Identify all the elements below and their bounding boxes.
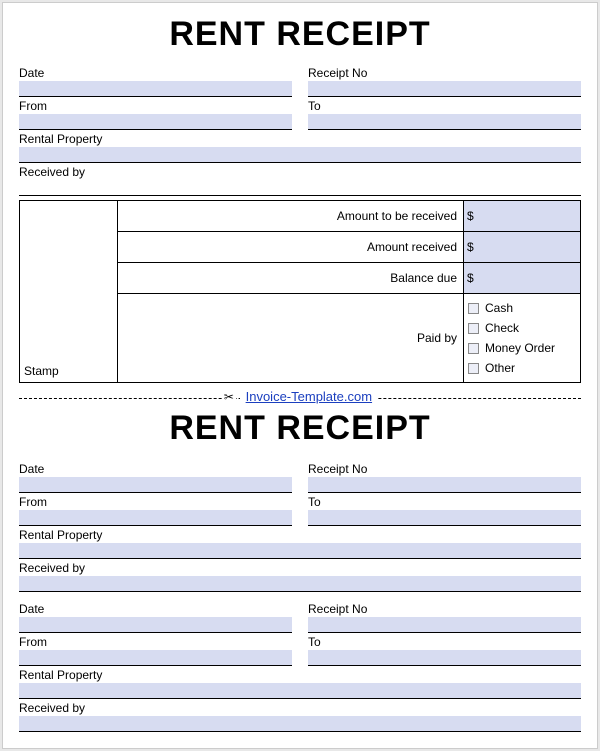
- date-label: Date: [19, 64, 292, 80]
- receipt-no-label: Receipt No: [308, 64, 581, 80]
- rental-property-label: Rental Property: [19, 666, 581, 682]
- balance-due-label: Balance due: [118, 263, 464, 293]
- currency-symbol: $: [464, 232, 478, 262]
- to-label: To: [308, 633, 581, 649]
- from-input[interactable]: [19, 510, 292, 526]
- payment-methods: Cash Check Money Order Other: [464, 294, 580, 382]
- page-title: RENT RECEIPT: [19, 409, 581, 448]
- received-by-label: Received by: [19, 699, 581, 715]
- scissor-icon: ✂: [222, 390, 236, 404]
- received-by-label: Received by: [19, 163, 581, 179]
- pay-method-label: Other: [485, 361, 515, 375]
- receipt-no-input[interactable]: [308, 477, 581, 493]
- balance-due-input[interactable]: $: [464, 263, 580, 293]
- amount-to-be-received-input[interactable]: $: [464, 201, 580, 231]
- rent-receipt-page: RENT RECEIPT Date Receipt No From To Ren…: [2, 2, 598, 749]
- date-input[interactable]: [19, 81, 292, 97]
- amount-grid: Stamp Amount to be received $ Amount rec…: [19, 200, 581, 383]
- amount-received-input[interactable]: $: [464, 232, 580, 262]
- from-label: From: [19, 633, 292, 649]
- receipt-3: Date Receipt No From To Rental Property: [19, 600, 581, 732]
- page-title: RENT RECEIPT: [19, 15, 581, 54]
- amount-to-be-received-label: Amount to be received: [118, 201, 464, 231]
- receipt-2: RENT RECEIPT Date Receipt No From To Ren…: [19, 409, 581, 592]
- to-input[interactable]: [308, 510, 581, 526]
- rental-property-input[interactable]: [19, 543, 581, 559]
- receipt-no-label: Receipt No: [308, 460, 581, 476]
- receipt-no-input[interactable]: [308, 617, 581, 633]
- pay-method-cash[interactable]: Cash: [468, 298, 576, 318]
- rental-property-input[interactable]: [19, 147, 581, 163]
- from-input[interactable]: [19, 650, 292, 666]
- checkbox-icon[interactable]: [468, 303, 479, 314]
- pay-method-label: Money Order: [485, 341, 555, 355]
- stamp-area: Stamp: [20, 201, 118, 382]
- checkbox-icon[interactable]: [468, 343, 479, 354]
- receipt-no-label: Receipt No: [308, 600, 581, 616]
- pay-method-check[interactable]: Check: [468, 318, 576, 338]
- received-by-label: Received by: [19, 559, 581, 575]
- to-input[interactable]: [308, 114, 581, 130]
- date-label: Date: [19, 600, 292, 616]
- pay-method-label: Check: [485, 321, 519, 335]
- cut-line: ✂ Invoice-Template.com: [19, 389, 581, 407]
- received-by-input[interactable]: [19, 576, 581, 592]
- pay-method-label: Cash: [485, 301, 513, 315]
- to-input[interactable]: [308, 650, 581, 666]
- from-input[interactable]: [19, 114, 292, 130]
- date-input[interactable]: [19, 617, 292, 633]
- checkbox-icon[interactable]: [468, 323, 479, 334]
- receipt-no-input[interactable]: [308, 81, 581, 97]
- rental-property-label: Rental Property: [19, 130, 581, 146]
- currency-symbol: $: [464, 263, 478, 293]
- received-by-input[interactable]: [19, 180, 581, 196]
- to-label: To: [308, 493, 581, 509]
- from-label: From: [19, 493, 292, 509]
- amount-received-label: Amount received: [118, 232, 464, 262]
- currency-symbol: $: [464, 201, 478, 231]
- receipt-1: RENT RECEIPT Date Receipt No From To Ren…: [19, 15, 581, 383]
- pay-method-money-order[interactable]: Money Order: [468, 338, 576, 358]
- checkbox-icon[interactable]: [468, 363, 479, 374]
- to-label: To: [308, 97, 581, 113]
- date-label: Date: [19, 460, 292, 476]
- rental-property-label: Rental Property: [19, 526, 581, 542]
- stamp-label: Stamp: [24, 364, 113, 378]
- rental-property-input[interactable]: [19, 683, 581, 699]
- template-link[interactable]: Invoice-Template.com: [240, 389, 378, 404]
- paid-by-label: Paid by: [118, 294, 464, 382]
- from-label: From: [19, 97, 292, 113]
- date-input[interactable]: [19, 477, 292, 493]
- pay-method-other[interactable]: Other: [468, 358, 576, 378]
